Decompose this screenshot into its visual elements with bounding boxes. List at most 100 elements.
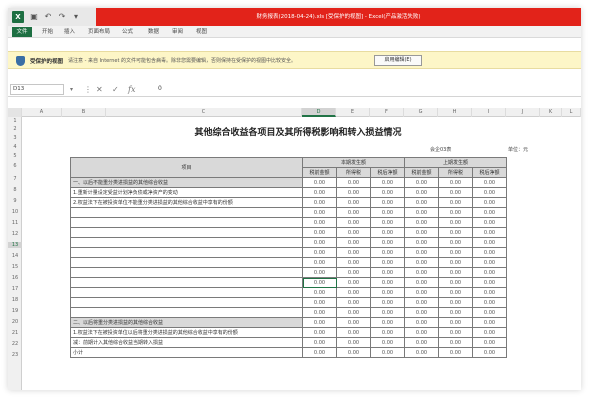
- value-cell[interactable]: 0.00: [472, 287, 507, 298]
- value-cell[interactable]: 0.00: [336, 187, 371, 198]
- value-cell[interactable]: 0.00: [336, 217, 371, 228]
- enter-icon[interactable]: ✓: [112, 84, 119, 95]
- row-label-cell[interactable]: [70, 307, 303, 318]
- value-cell[interactable]: 0.00: [370, 277, 405, 288]
- value-cell[interactable]: 0.00: [370, 347, 405, 358]
- value-cell[interactable]: 0.00: [370, 237, 405, 248]
- row-header[interactable]: 9: [8, 198, 22, 204]
- value-cell[interactable]: 0.00: [404, 267, 439, 278]
- value-cell[interactable]: 0.00: [472, 197, 507, 208]
- row-header[interactable]: 5: [8, 153, 22, 159]
- tab-view[interactable]: 视图: [196, 27, 207, 37]
- row-header[interactable]: 4: [8, 144, 22, 150]
- value-cell[interactable]: 0.00: [302, 317, 337, 328]
- value-cell[interactable]: 0.00: [438, 247, 473, 258]
- column-header[interactable]: I: [472, 108, 506, 117]
- value-cell[interactable]: 0.00: [404, 327, 439, 338]
- value-cell[interactable]: 0.00: [438, 207, 473, 218]
- value-cell[interactable]: 0.00: [370, 217, 405, 228]
- row-label-cell[interactable]: [70, 297, 303, 308]
- value-cell[interactable]: 0.00: [302, 307, 337, 318]
- row-header[interactable]: 23: [8, 352, 22, 358]
- active-cell[interactable]: 0.00: [302, 277, 337, 288]
- value-cell[interactable]: 0.00: [404, 187, 439, 198]
- value-cell[interactable]: 0.00: [472, 177, 507, 188]
- customize-quick-access-icon[interactable]: ▾: [70, 11, 82, 23]
- value-cell[interactable]: 0.00: [438, 317, 473, 328]
- row-label-cell[interactable]: [70, 257, 303, 268]
- value-cell[interactable]: 0.00: [472, 247, 507, 258]
- row-label-cell[interactable]: [70, 207, 303, 218]
- value-cell[interactable]: 0.00: [302, 197, 337, 208]
- value-cell[interactable]: 0.00: [370, 247, 405, 258]
- tab-data[interactable]: 数据: [148, 27, 159, 37]
- value-cell[interactable]: 0.00: [336, 287, 371, 298]
- column-header[interactable]: C: [106, 108, 302, 117]
- value-cell[interactable]: 0.00: [438, 307, 473, 318]
- value-cell[interactable]: 0.00: [438, 347, 473, 358]
- row-label-cell[interactable]: [70, 217, 303, 228]
- name-box-dropdown-icon[interactable]: ▾: [70, 84, 73, 95]
- value-cell[interactable]: 0.00: [336, 247, 371, 258]
- value-cell[interactable]: 0.00: [370, 207, 405, 218]
- row-header[interactable]: 18: [8, 297, 22, 303]
- value-cell[interactable]: 0.00: [438, 297, 473, 308]
- value-cell[interactable]: 0.00: [404, 197, 439, 208]
- value-cell[interactable]: 0.00: [472, 227, 507, 238]
- value-cell[interactable]: 0.00: [336, 257, 371, 268]
- value-cell[interactable]: 0.00: [472, 307, 507, 318]
- row-label-cell[interactable]: [70, 247, 303, 258]
- row-header[interactable]: 12: [8, 231, 22, 237]
- row-label-cell[interactable]: 2.权益法下在被投资单位不能重分类进损益的其他综合收益中享有的份额: [70, 197, 303, 208]
- value-cell[interactable]: 0.00: [336, 207, 371, 218]
- value-cell[interactable]: 0.00: [404, 347, 439, 358]
- column-header[interactable]: K: [540, 108, 562, 117]
- value-cell[interactable]: 0.00: [370, 297, 405, 308]
- cancel-icon[interactable]: ✕: [96, 84, 103, 95]
- value-cell[interactable]: 0.00: [472, 267, 507, 278]
- row-label-cell[interactable]: 一、以后不能重分类进损益的其他综合收益: [70, 177, 303, 188]
- row-label-cell[interactable]: 1.重新计量设定受益计划净负债或净资产的变动: [70, 187, 303, 198]
- row-header[interactable]: 7: [8, 176, 22, 182]
- value-cell[interactable]: 0.00: [438, 277, 473, 288]
- column-header[interactable]: F: [370, 108, 404, 117]
- row-header[interactable]: 20: [8, 319, 22, 325]
- value-cell[interactable]: 0.00: [336, 317, 371, 328]
- value-cell[interactable]: 0.00: [302, 187, 337, 198]
- value-cell[interactable]: 0.00: [404, 217, 439, 228]
- row-header[interactable]: 21: [8, 330, 22, 336]
- tab-file[interactable]: 文件: [12, 27, 32, 37]
- value-cell[interactable]: 0.00: [336, 297, 371, 308]
- value-cell[interactable]: 0.00: [438, 187, 473, 198]
- row-header[interactable]: 15: [8, 264, 22, 270]
- value-cell[interactable]: 0.00: [302, 337, 337, 348]
- row-label-cell[interactable]: [70, 277, 303, 288]
- row-label-cell[interactable]: [70, 287, 303, 298]
- value-cell[interactable]: 0.00: [404, 277, 439, 288]
- row-header[interactable]: 3: [8, 135, 22, 141]
- row-label-cell[interactable]: [70, 227, 303, 238]
- value-cell[interactable]: 0.00: [404, 337, 439, 348]
- name-box[interactable]: D13: [10, 84, 64, 95]
- value-cell[interactable]: 0.00: [472, 347, 507, 358]
- value-cell[interactable]: 0.00: [404, 207, 439, 218]
- column-header[interactable]: L: [562, 108, 581, 117]
- value-cell[interactable]: 0.00: [472, 217, 507, 228]
- value-cell[interactable]: 0.00: [302, 347, 337, 358]
- value-cell[interactable]: 0.00: [472, 207, 507, 218]
- value-cell[interactable]: 0.00: [472, 337, 507, 348]
- value-cell[interactable]: 0.00: [472, 187, 507, 198]
- enable-editing-button[interactable]: 启用编辑(E): [374, 55, 422, 66]
- redo-icon[interactable]: ↷: [56, 11, 68, 23]
- value-cell[interactable]: 0.00: [404, 287, 439, 298]
- column-header-selected[interactable]: D: [302, 108, 336, 117]
- column-header[interactable]: G: [404, 108, 438, 117]
- value-cell[interactable]: 0.00: [438, 227, 473, 238]
- value-cell[interactable]: 0.00: [336, 267, 371, 278]
- column-header[interactable]: B: [62, 108, 106, 117]
- column-header[interactable]: J: [506, 108, 540, 117]
- value-cell[interactable]: 0.00: [336, 347, 371, 358]
- value-cell[interactable]: 0.00: [404, 257, 439, 268]
- value-cell[interactable]: 0.00: [370, 327, 405, 338]
- row-header-selected[interactable]: 13: [8, 242, 22, 248]
